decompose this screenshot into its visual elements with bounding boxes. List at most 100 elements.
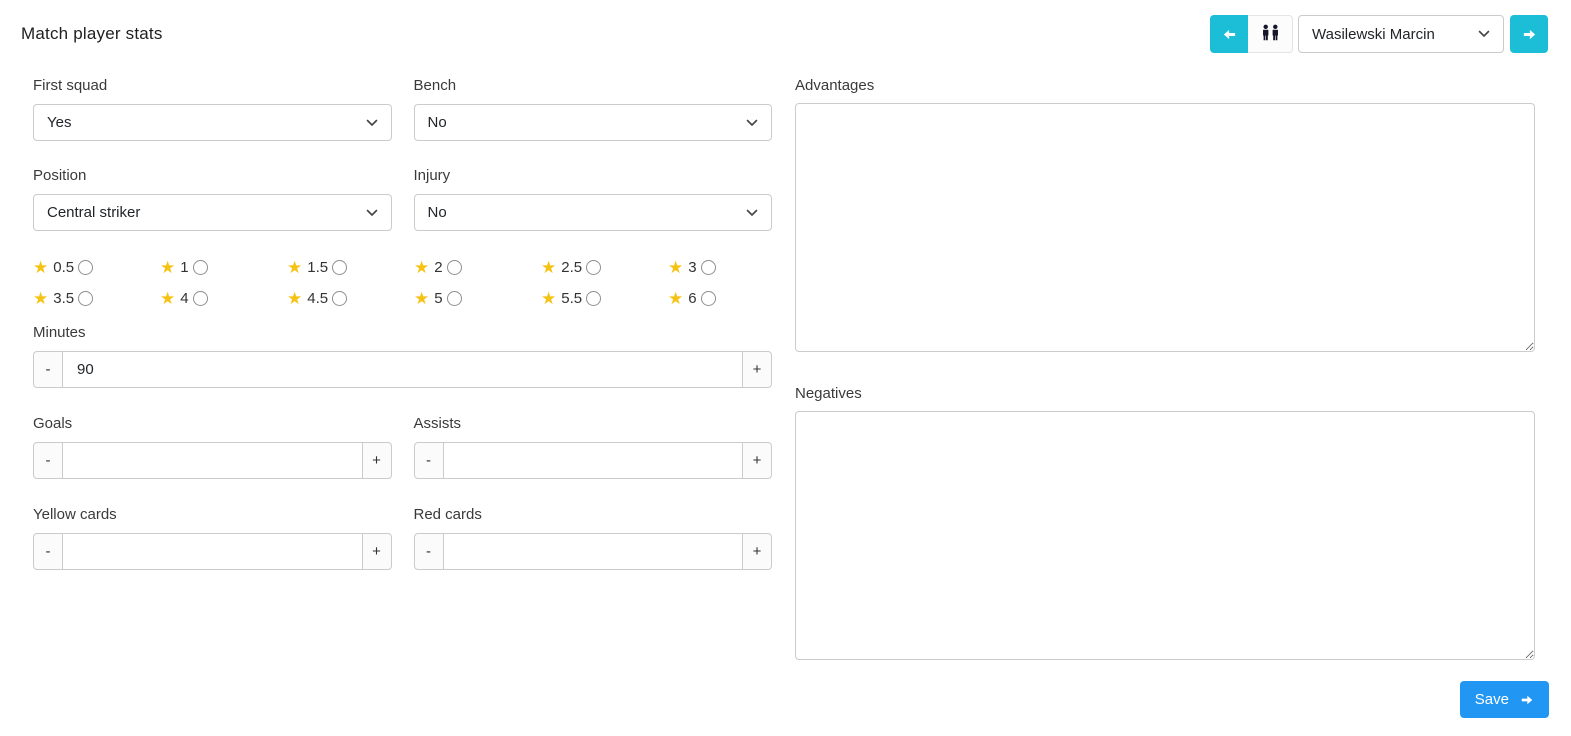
- match-rating-options: ★ 0.5 ★ 1 ★ 1.5 ★ 2 ★ 2.5 ★ 3 ★ 3.5 ★ 4 …: [33, 257, 772, 308]
- star-icon: ★: [287, 257, 303, 277]
- goals-increment-button[interactable]: +: [361, 442, 392, 479]
- red-cards-decrement-button[interactable]: -: [413, 533, 444, 570]
- position-label: Position: [33, 167, 87, 184]
- rating-radio[interactable]: [332, 259, 348, 275]
- rating-radio[interactable]: [446, 290, 462, 306]
- rating-option-0.5[interactable]: ★ 0.5: [33, 257, 160, 277]
- bench-label: Bench: [413, 77, 457, 94]
- rating-option-1.5[interactable]: ★ 1.5: [287, 257, 414, 277]
- rating-radio[interactable]: [586, 290, 602, 306]
- minutes-field: Minutes - +: [33, 324, 772, 388]
- rating-radio[interactable]: [332, 290, 348, 306]
- first-squad-field: First squad Yes: [33, 77, 392, 141]
- bench-value: No: [427, 114, 447, 131]
- star-icon: ★: [414, 257, 430, 277]
- rating-radio[interactable]: [192, 259, 208, 275]
- rating-radio[interactable]: [700, 290, 716, 306]
- players-list-button[interactable]: [1248, 15, 1293, 53]
- rating-option-1[interactable]: ★ 1: [160, 257, 287, 277]
- chevron-down-icon: [366, 209, 378, 217]
- rating-option-4[interactable]: ★ 4: [160, 288, 287, 308]
- player-select-value: Wasilewski Marcin: [1312, 25, 1435, 43]
- yellow-cards-input[interactable]: [63, 533, 362, 570]
- notes-column: Advantages Negatives: [795, 77, 1535, 693]
- yellow-cards-decrement-button[interactable]: -: [33, 533, 63, 570]
- assists-decrement-button[interactable]: -: [413, 442, 444, 479]
- red-cards-increment-button[interactable]: +: [742, 533, 772, 570]
- bench-select[interactable]: No: [413, 104, 772, 141]
- rating-option-3.5[interactable]: ★ 3.5: [33, 288, 160, 308]
- goals-decrement-button[interactable]: -: [33, 442, 63, 479]
- red-cards-stepper: - +: [413, 533, 772, 570]
- assists-increment-button[interactable]: +: [742, 442, 772, 479]
- arrow-left-icon: [1222, 27, 1237, 42]
- position-value: Central striker: [47, 204, 141, 221]
- negatives-textarea[interactable]: [795, 411, 1535, 660]
- star-icon: ★: [33, 257, 49, 277]
- rating-radio[interactable]: [192, 290, 208, 306]
- rating-radio[interactable]: [78, 259, 94, 275]
- star-icon: ★: [287, 288, 303, 308]
- stats-form-column: First squad Yes Bench No Position Centra…: [33, 77, 772, 597]
- next-player-button[interactable]: [1510, 15, 1548, 53]
- rating-option-6[interactable]: ★ 6: [668, 288, 795, 308]
- save-button-label: Save: [1474, 691, 1509, 708]
- yellow-cards-label: Yellow cards: [33, 506, 117, 523]
- goals-input[interactable]: [63, 442, 362, 479]
- minutes-stepper: - +: [33, 351, 772, 388]
- advantages-field: Advantages: [795, 77, 1535, 357]
- goals-field: Goals - +: [33, 415, 392, 506]
- previous-player-button[interactable]: [1210, 15, 1248, 53]
- rating-option-5[interactable]: ★ 5: [414, 288, 541, 308]
- assists-input[interactable]: [443, 442, 742, 479]
- yellow-cards-stepper: - +: [33, 533, 392, 570]
- rating-option-3[interactable]: ★ 3: [668, 257, 795, 277]
- rating-option-2.5[interactable]: ★ 2.5: [541, 257, 668, 277]
- arrow-right-icon: [1522, 27, 1537, 42]
- star-icon: ★: [541, 257, 557, 277]
- rating-radio[interactable]: [586, 259, 602, 275]
- assists-field: Assists - +: [413, 415, 772, 506]
- people-icon: [1259, 24, 1282, 44]
- red-cards-label: Red cards: [413, 506, 482, 523]
- goals-label: Goals: [33, 415, 73, 432]
- advantages-textarea[interactable]: [795, 103, 1535, 352]
- injury-label: Injury: [413, 167, 451, 184]
- star-icon: ★: [160, 257, 176, 277]
- minutes-input[interactable]: [63, 351, 742, 388]
- assists-label: Assists: [413, 415, 462, 432]
- rating-radio[interactable]: [700, 259, 716, 275]
- rating-radio[interactable]: [446, 259, 462, 275]
- injury-value: No: [427, 204, 447, 221]
- goals-stepper: - +: [33, 442, 392, 479]
- rating-option-2[interactable]: ★ 2: [414, 257, 541, 277]
- yellow-cards-increment-button[interactable]: +: [361, 533, 392, 570]
- negatives-label: Negatives: [795, 385, 862, 402]
- yellow-cards-field: Yellow cards - +: [33, 506, 392, 597]
- rating-option-5.5[interactable]: ★ 5.5: [541, 288, 668, 308]
- red-cards-input[interactable]: [443, 533, 742, 570]
- advantages-label: Advantages: [795, 77, 875, 94]
- chevron-down-icon: [746, 119, 758, 127]
- first-squad-select[interactable]: Yes: [33, 104, 392, 141]
- rating-option-4.5[interactable]: ★ 4.5: [287, 288, 414, 308]
- save-button[interactable]: Save: [1459, 681, 1549, 718]
- star-icon: ★: [160, 288, 176, 308]
- minutes-decrement-button[interactable]: -: [33, 351, 63, 388]
- bench-field: Bench No: [413, 77, 772, 141]
- injury-field: Injury No: [413, 167, 772, 231]
- injury-select[interactable]: No: [413, 194, 772, 231]
- negatives-field: Negatives: [795, 385, 1535, 665]
- position-select[interactable]: Central striker: [33, 194, 392, 231]
- star-icon: ★: [33, 288, 49, 308]
- star-icon: ★: [414, 288, 430, 308]
- assists-stepper: - +: [413, 442, 772, 479]
- minutes-increment-button[interactable]: +: [742, 351, 772, 388]
- rating-radio[interactable]: [78, 290, 94, 306]
- player-select[interactable]: Wasilewski Marcin: [1298, 15, 1504, 53]
- player-navigation: Wasilewski Marcin: [1210, 15, 1548, 53]
- chevron-down-icon: [746, 209, 758, 217]
- match-player-stats-page: Match player stats Wasilewski Marcin Fir…: [0, 0, 1571, 736]
- star-icon: ★: [668, 288, 684, 308]
- star-icon: ★: [668, 257, 684, 277]
